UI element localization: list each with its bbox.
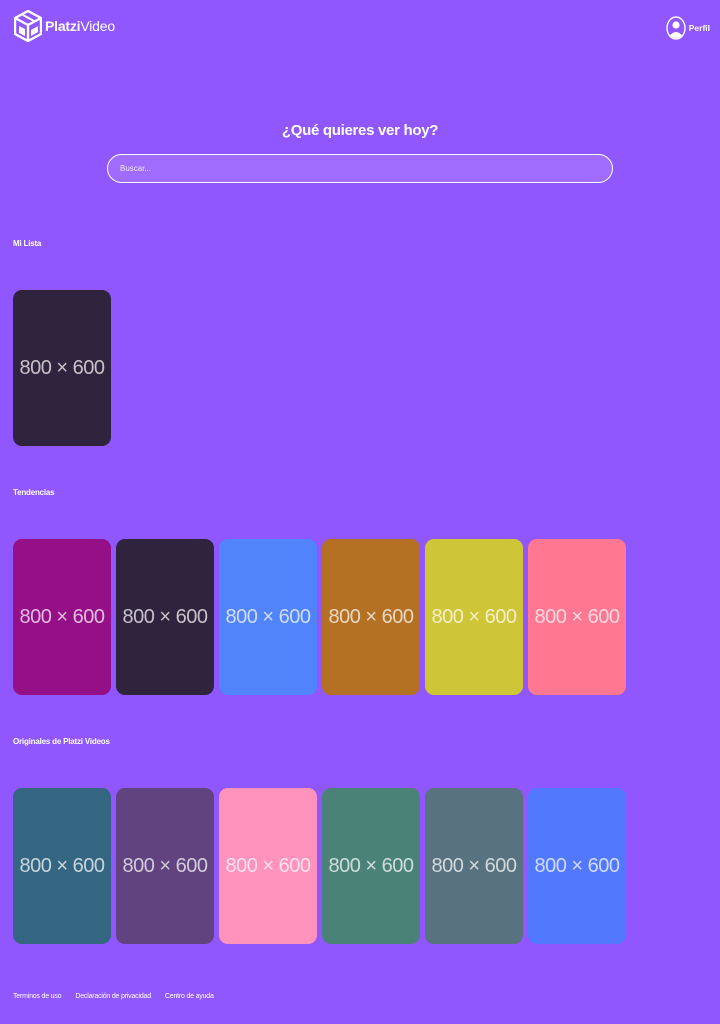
profile-label: Perfil	[688, 23, 710, 33]
carousel-tendencias: 800 × 600 800 × 600 800 × 600 800 × 600 …	[13, 539, 631, 695]
profile-button[interactable]: Perfil	[666, 16, 710, 40]
carousel-item[interactable]: 800 × 600	[13, 788, 111, 944]
search-input[interactable]	[107, 154, 613, 183]
carousel-item[interactable]: 800 × 600	[322, 788, 420, 944]
logo-text: PlatziVideo	[45, 18, 115, 34]
footer-link-help[interactable]: Centro de ayuda	[165, 993, 214, 1000]
platzi-video-logo[interactable]: PlatziVideo	[14, 10, 115, 42]
carousel-item[interactable]: 800 × 600	[116, 788, 214, 944]
carousel-item[interactable]: 800 × 600	[13, 290, 111, 446]
footer: Terminos de uso Declaración de privacida…	[13, 993, 228, 1000]
carousel-item[interactable]: 800 × 600	[322, 539, 420, 695]
carousel-mi-lista: 800 × 600	[13, 290, 116, 446]
section-title-originales: Originales de Platzi Videos	[13, 737, 110, 746]
page-title: ¿Qué quieres ver hoy?	[281, 122, 439, 139]
logo-text-bold: Platzi	[45, 18, 81, 34]
carousel-item[interactable]: 800 × 600	[425, 539, 523, 695]
carousel-item[interactable]: 800 × 600	[219, 539, 317, 695]
footer-link-privacy[interactable]: Declaración de privacidad	[75, 993, 151, 1000]
carousel-item[interactable]: 800 × 600	[116, 539, 214, 695]
header: PlatziVideo Perfil	[0, 0, 720, 56]
footer-link-terms[interactable]: Terminos de uso	[13, 993, 62, 1000]
carousel-item[interactable]: 800 × 600	[13, 539, 111, 695]
carousel-item[interactable]: 800 × 600	[219, 788, 317, 944]
section-title-mi-lista: Mi Lista	[13, 239, 42, 248]
logo-text-light: Video	[80, 18, 115, 34]
carousel-originales: 800 × 600 800 × 600 800 × 600 800 × 600 …	[13, 788, 631, 944]
cube-video-icon	[14, 10, 42, 42]
carousel-item[interactable]: 800 × 600	[528, 788, 626, 944]
user-avatar-icon	[666, 16, 686, 40]
carousel-item[interactable]: 800 × 600	[425, 788, 523, 944]
carousel-item[interactable]: 800 × 600	[528, 539, 626, 695]
section-title-tendencias: Tendencias	[13, 488, 55, 497]
